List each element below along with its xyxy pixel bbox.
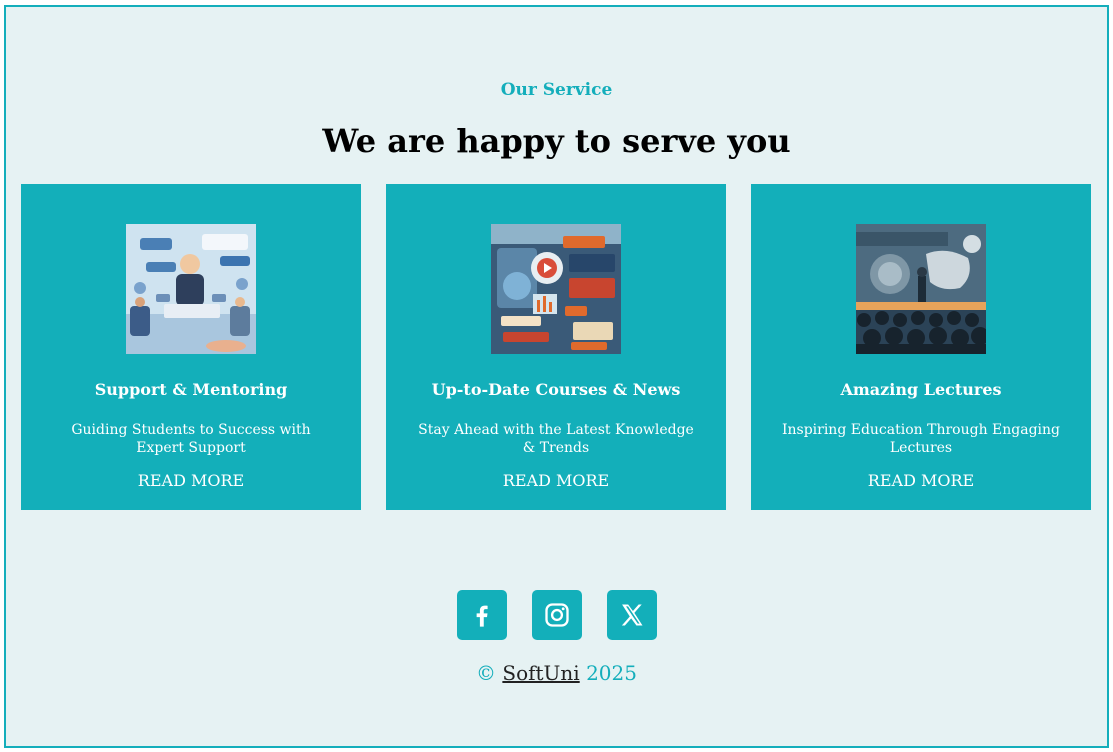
service-card-support: Support & Mentoring Guiding Students to … (21, 184, 361, 510)
section-title: We are happy to serve you (322, 122, 791, 160)
brand-link[interactable]: SoftUni (502, 661, 579, 685)
facebook-button[interactable] (456, 590, 507, 640)
read-more-link[interactable]: READ MORE (751, 471, 1091, 490)
lectures-image (856, 224, 986, 354)
x-button[interactable] (606, 590, 657, 640)
lecture-illustration-icon (856, 224, 986, 354)
page-frame: Our Service We are happy to serve you Su… (4, 5, 1109, 748)
service-card-lectures: Amazing Lectures Inspiring Education Thr… (751, 184, 1091, 510)
service-card-courses: Up-to-Date Courses & News Stay Ahead wit… (386, 184, 726, 510)
card-title: Amazing Lectures (840, 380, 1002, 399)
read-more-link[interactable]: READ MORE (386, 471, 726, 490)
support-image (126, 224, 256, 354)
support-illustration-icon (126, 224, 256, 354)
courses-news-illustration-icon (491, 224, 621, 354)
copyright-year: 2025 (586, 661, 637, 685)
instagram-button[interactable] (531, 590, 582, 640)
section-eyebrow: Our Service (500, 80, 613, 100)
copyright-symbol: © (476, 661, 497, 685)
courses-image (491, 224, 621, 354)
card-description: Stay Ahead with the Latest Knowledge & T… (418, 422, 694, 456)
social-links (6, 590, 1107, 640)
read-more-link[interactable]: READ MORE (21, 471, 361, 490)
instagram-icon (544, 603, 569, 627)
card-title: Up-to-Date Courses & News (431, 380, 681, 399)
x-icon (621, 604, 642, 626)
facebook-icon (476, 605, 488, 627)
card-title: Support & Mentoring (94, 380, 288, 399)
card-description: Guiding Students to Success with Expert … (71, 422, 311, 456)
card-description: Inspiring Education Through Engaging Lec… (781, 422, 1061, 456)
footer: © SoftUni 2025 (6, 661, 1107, 685)
